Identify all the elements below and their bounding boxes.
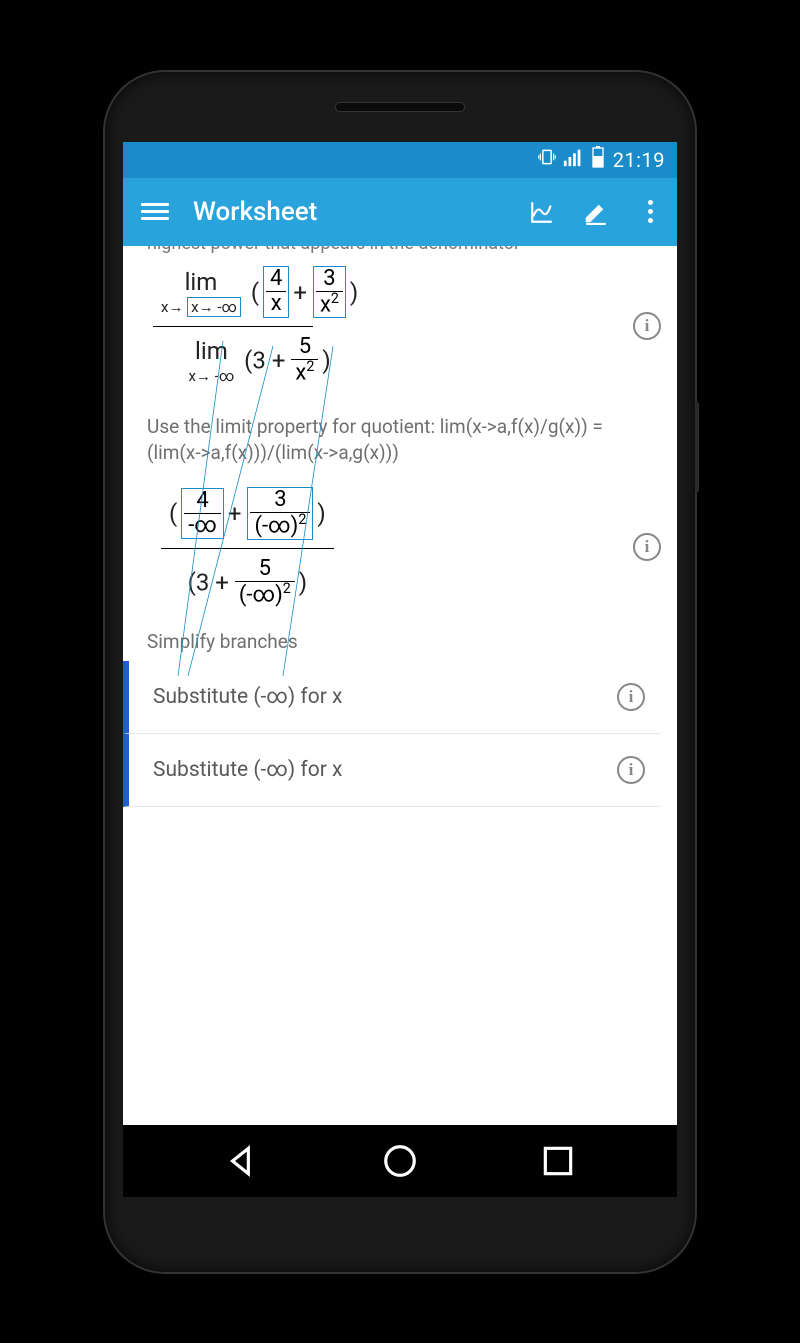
lim-sub: x→ -∞: [189, 367, 235, 385]
info-icon[interactable]: i: [617, 756, 645, 784]
vibrate-icon: [537, 147, 557, 172]
content-area[interactable]: highest power that appears in the denomi…: [123, 246, 677, 1125]
fraction-3-x2: 3 x2: [313, 266, 346, 319]
status-bar: 21:19: [123, 142, 677, 178]
fraction-5-neginf2: 5 (-∞)2: [235, 557, 295, 608]
substep-row[interactable]: Substitute (-∞) for x i: [123, 661, 661, 734]
info-icon[interactable]: i: [617, 683, 645, 711]
edit-icon[interactable]: [583, 199, 609, 225]
info-icon[interactable]: i: [633, 533, 661, 561]
fraction-5-x2: 5 x2: [291, 335, 318, 386]
info-icon[interactable]: i: [633, 312, 661, 340]
home-button[interactable]: [381, 1142, 419, 1180]
app-bar: Worksheet: [123, 178, 677, 246]
page-title: Worksheet: [193, 197, 529, 227]
fraction-4-neginf: 4 -∞: [181, 488, 224, 539]
navigation-bar: [123, 1125, 677, 1197]
signal-icon: [563, 146, 585, 173]
substep-text: Substitute (-∞) for x: [153, 685, 617, 709]
battery-icon: [591, 146, 605, 173]
phone-frame: 21:19 Worksheet highest power that appea…: [105, 72, 695, 1272]
back-button[interactable]: [223, 1142, 261, 1180]
fraction-3-neginf2: 3 (-∞)2: [247, 487, 313, 540]
lim-text: lim: [189, 337, 235, 365]
status-time: 21:19: [613, 148, 665, 172]
simplify-label: Simplify branches: [147, 630, 661, 661]
menu-icon[interactable]: [141, 198, 169, 226]
phone-side-button: [695, 402, 699, 492]
step-description-cutoff: highest power that appears in the denomi…: [147, 246, 661, 254]
more-icon[interactable]: [637, 199, 663, 225]
screen: 21:19 Worksheet highest power that appea…: [123, 142, 677, 1197]
plot-icon[interactable]: [529, 199, 555, 225]
substep-row[interactable]: Substitute (-∞) for x i: [123, 734, 661, 807]
fraction-4-x: 4 x: [263, 266, 289, 317]
step-description-quotient: Use the limit property for quotient: lim…: [147, 414, 661, 465]
phone-speaker: [335, 102, 465, 112]
substep-text: Substitute (-∞) for x: [153, 758, 617, 782]
lim-sub: x→ x→ -∞: [161, 298, 241, 316]
math-step-2: ( 4 -∞ + 3 (-∞)2: [147, 475, 661, 619]
math-step-1: lim x→ x→ -∞ ( 4 x + 3: [147, 254, 661, 398]
overview-button[interactable]: [539, 1142, 577, 1180]
lim-text: lim: [161, 268, 241, 296]
